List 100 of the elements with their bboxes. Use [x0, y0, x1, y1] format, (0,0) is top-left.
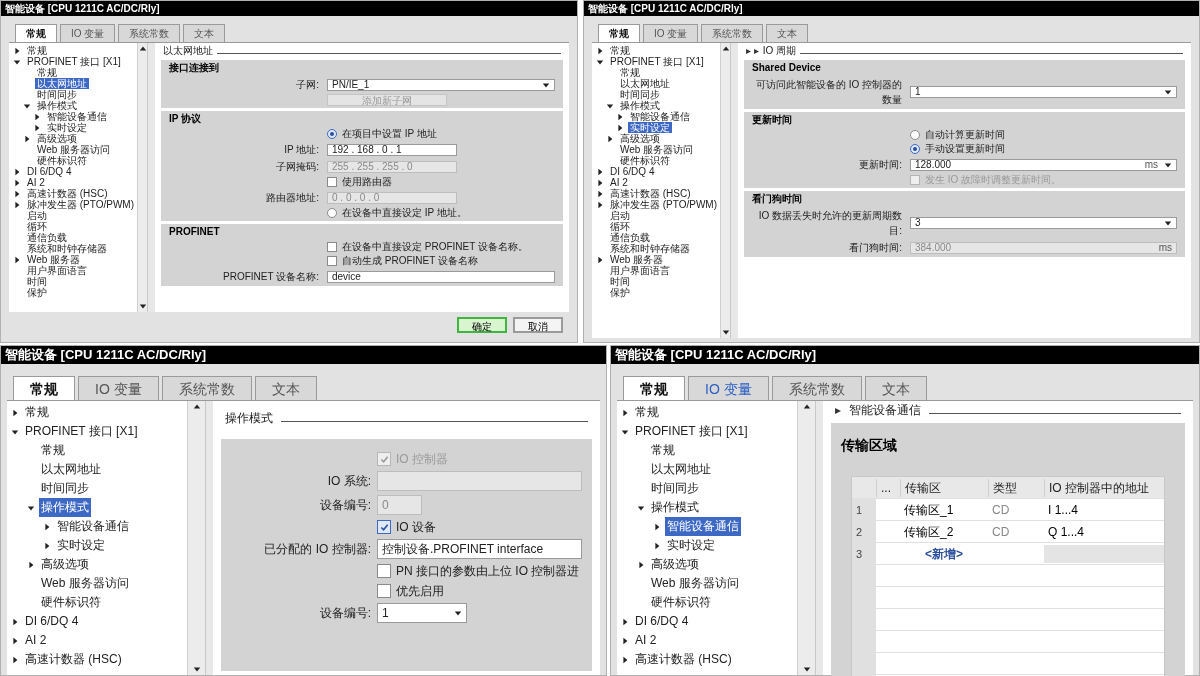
tab[interactable]: 常规 — [598, 24, 640, 42]
tree-item[interactable]: 常规 — [35, 67, 59, 78]
scroll-up-icon[interactable] — [721, 45, 730, 53]
tab[interactable]: IO 变量 — [643, 24, 699, 42]
scrollbar[interactable] — [797, 401, 815, 675]
tree-item[interactable]: 操作模式 — [35, 100, 79, 111]
splitter-handle[interactable] — [730, 43, 738, 338]
scrollbar[interactable] — [187, 401, 205, 675]
tree-item[interactable]: 循环 — [25, 221, 49, 232]
scroll-up-icon[interactable] — [802, 403, 811, 411]
expand-caret-icon[interactable] — [653, 522, 661, 531]
tree-item[interactable]: PROFINET 接口 [X1] — [23, 422, 140, 441]
table-cell[interactable] — [1044, 545, 1164, 563]
expand-caret-icon[interactable] — [13, 189, 21, 198]
tree-item[interactable]: PROFINET 接口 [X1] — [608, 56, 706, 67]
tree-item[interactable]: 通信负载 — [608, 232, 652, 243]
tree-item[interactable]: 以太网地址 — [618, 78, 672, 89]
tab[interactable]: 文本 — [254, 376, 317, 400]
tree-item[interactable]: Web 服务器访问 — [618, 144, 696, 155]
expand-caret-icon[interactable] — [13, 46, 21, 55]
radio-button[interactable] — [327, 129, 337, 139]
tree-item[interactable]: DI 6/DQ 4 — [25, 166, 74, 177]
tree-item[interactable]: 时间同步 — [618, 89, 662, 100]
dropdown-caret-icon[interactable] — [542, 80, 550, 89]
splitter-handle[interactable] — [147, 43, 155, 312]
checkbox[interactable] — [327, 242, 337, 252]
tree-item[interactable]: AI 2 — [633, 631, 659, 650]
tab[interactable]: 文本 — [183, 24, 226, 42]
tab[interactable]: 系统常数 — [701, 24, 764, 42]
dropdown-caret-icon[interactable] — [1164, 88, 1172, 96]
expand-caret-icon[interactable] — [13, 178, 21, 187]
tab[interactable]: 常规 — [13, 376, 75, 400]
tree-item[interactable]: 用户界面语言 — [25, 265, 89, 276]
tree-item[interactable]: 系统和时钟存储器 — [608, 243, 692, 254]
splitter-handle[interactable] — [815, 401, 823, 675]
tree-item[interactable]: 智能设备通信 — [628, 111, 692, 122]
scroll-up-icon[interactable] — [192, 403, 201, 411]
tree-item[interactable]: 智能设备通信 — [55, 517, 131, 536]
expand-caret-icon[interactable] — [23, 134, 31, 143]
tree-item[interactable]: 系统和时钟存储器 — [25, 243, 109, 254]
tab[interactable]: 系统常数 — [161, 376, 252, 400]
input-field[interactable]: device — [327, 270, 555, 283]
expand-caret-icon[interactable] — [27, 560, 35, 569]
checkbox[interactable] — [327, 256, 337, 266]
tree-item[interactable]: 高级选项 — [649, 555, 701, 574]
collapse-caret-icon[interactable] — [23, 101, 31, 110]
tree-item[interactable]: 智能设备通信 — [665, 517, 741, 536]
add-new-link[interactable]: <新增> — [925, 545, 963, 563]
tree-item[interactable]: 硬件标识符 — [35, 155, 89, 166]
expand-caret-icon[interactable] — [653, 541, 661, 550]
tree-item[interactable]: 时间 — [25, 276, 49, 287]
tree-item[interactable]: 保护 — [608, 287, 632, 298]
tree-item[interactable]: 实时设定 — [628, 122, 672, 133]
tab[interactable]: 文本 — [766, 24, 809, 42]
tab[interactable]: IO 变量 — [688, 376, 769, 400]
tree-item[interactable]: 启动 — [25, 210, 49, 221]
tree-item[interactable]: 硬件标识符 — [39, 593, 103, 612]
tree-item[interactable]: Web 服务器 — [608, 254, 666, 265]
tree-item[interactable]: 常规 — [39, 441, 67, 460]
tree-item[interactable]: 高速计数器 (HSC) — [25, 188, 110, 199]
tree-item[interactable]: 高级选项 — [35, 133, 79, 144]
tree-item[interactable]: AI 2 — [25, 177, 47, 188]
tab[interactable]: 常规 — [15, 24, 57, 42]
expand-caret-icon[interactable] — [13, 200, 21, 209]
expand-caret-icon[interactable] — [596, 46, 604, 55]
tab[interactable]: 系统常数 — [771, 376, 862, 400]
radio-button[interactable] — [910, 144, 920, 154]
tree-item[interactable]: 通信负载 — [25, 232, 69, 243]
tree-item[interactable]: 脉冲发生器 (PTO/PWM) — [25, 199, 137, 210]
tree-item[interactable]: 时间同步 — [649, 479, 701, 498]
tree-item[interactable]: 以太网地址 — [649, 460, 713, 479]
tree-item[interactable]: 常规 — [649, 441, 677, 460]
dropdown[interactable]: 1 — [910, 86, 1177, 98]
input-field[interactable]: 控制设备.PROFINET interface — [377, 539, 582, 559]
dropdown-caret-icon[interactable] — [1164, 219, 1172, 227]
scrollbar[interactable] — [720, 43, 730, 338]
tree-item[interactable]: 高级选项 — [618, 133, 662, 144]
tree-item[interactable]: DI 6/DQ 4 — [633, 612, 691, 631]
tree-item[interactable]: Web 服务器访问 — [39, 574, 131, 593]
tree-item[interactable]: 启动 — [608, 210, 632, 221]
tree-item[interactable]: 硬件标识符 — [618, 155, 672, 166]
tree-item[interactable]: DI 6/DQ 4 — [23, 612, 81, 631]
expand-caret-icon[interactable] — [596, 255, 604, 264]
tab[interactable]: IO 变量 — [78, 376, 159, 400]
collapse-caret-icon[interactable] — [637, 503, 645, 512]
scrollbar[interactable] — [137, 43, 147, 312]
dialog-button[interactable]: 取消 — [513, 317, 563, 333]
tree-item[interactable]: 用户界面语言 — [608, 265, 672, 276]
tree-item[interactable]: Web 服务器访问 — [649, 574, 741, 593]
tree-item[interactable]: 脉冲发生器 (PTO/PWM) — [608, 199, 720, 210]
expand-caret-icon[interactable] — [43, 541, 51, 550]
expand-caret-icon[interactable] — [596, 189, 604, 198]
tab[interactable]: IO 变量 — [60, 24, 116, 42]
tree-item[interactable]: 高速计数器 (HSC) — [608, 188, 693, 199]
tree-item[interactable]: 智能设备通信 — [45, 111, 109, 122]
tree-item[interactable]: Web 服务器 — [25, 254, 83, 265]
tab[interactable]: 系统常数 — [118, 24, 181, 42]
tree-item[interactable]: 以太网地址 — [39, 460, 103, 479]
collapse-caret-icon[interactable] — [606, 101, 614, 110]
scroll-down-icon[interactable] — [802, 665, 811, 673]
